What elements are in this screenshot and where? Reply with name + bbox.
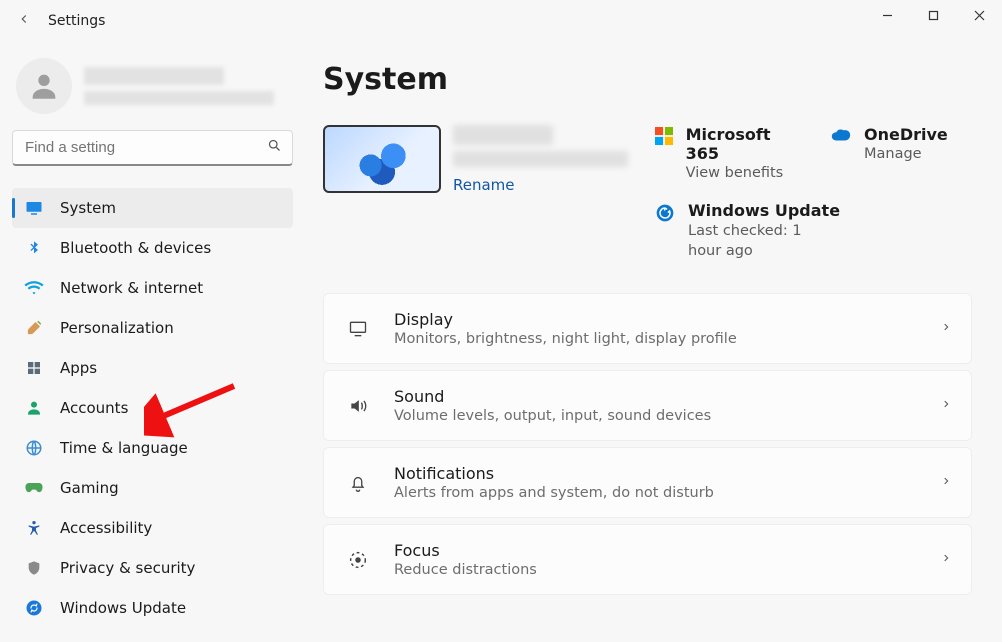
sidebar-item-label: Time & language xyxy=(60,439,188,457)
sidebar-item-label: Gaming xyxy=(60,479,119,497)
nav-list: System Bluetooth & devices Network & int… xyxy=(12,188,293,628)
speaker-icon xyxy=(344,396,372,416)
accessibility-icon xyxy=(24,518,44,538)
tile-update-sub: Last checked: 1 hour ago xyxy=(688,222,838,261)
row-subtitle: Alerts from apps and system, do not dist… xyxy=(394,485,919,501)
settings-rows: Display Monitors, brightness, night ligh… xyxy=(323,293,972,595)
row-title: Notifications xyxy=(394,464,919,483)
titlebar: Settings xyxy=(0,0,1002,42)
brush-icon xyxy=(24,318,44,338)
m365-icon xyxy=(654,125,674,145)
tile-onedrive-title: OneDrive xyxy=(864,125,948,144)
row-title: Sound xyxy=(394,387,919,406)
tile-onedrive[interactable]: OneDrive Manage xyxy=(830,125,972,181)
sidebar-item-system[interactable]: System xyxy=(12,188,293,228)
window-controls xyxy=(864,0,1002,30)
tile-m365-title: Microsoft 365 xyxy=(686,125,796,163)
sidebar-item-label: Privacy & security xyxy=(60,559,195,577)
sidebar-item-label: Apps xyxy=(60,359,97,377)
sidebar-item-update[interactable]: Windows Update xyxy=(12,588,293,628)
close-button[interactable] xyxy=(956,0,1002,30)
shield-icon xyxy=(24,558,44,578)
apps-icon xyxy=(24,358,44,378)
sidebar-item-apps[interactable]: Apps xyxy=(12,348,293,388)
account-card[interactable] xyxy=(16,58,293,114)
row-sound[interactable]: Sound Volume levels, output, input, soun… xyxy=(323,370,972,441)
globe-icon xyxy=(24,438,44,458)
row-subtitle: Volume levels, output, input, sound devi… xyxy=(394,408,919,424)
search-input[interactable] xyxy=(25,139,267,156)
device-model-redacted xyxy=(453,151,628,167)
row-focus[interactable]: Focus Reduce distractions xyxy=(323,524,972,595)
device-thumbnail[interactable] xyxy=(323,125,441,193)
sidebar-item-accessibility[interactable]: Accessibility xyxy=(12,508,293,548)
tile-onedrive-sub: Manage xyxy=(864,146,948,162)
row-title: Display xyxy=(394,310,919,329)
chevron-right-icon xyxy=(941,320,951,338)
search-icon xyxy=(267,138,282,157)
promo-tiles: Microsoft 365 View benefits OneDrive Man… xyxy=(654,125,972,261)
chevron-right-icon xyxy=(941,474,951,492)
minimize-button[interactable] xyxy=(864,0,910,30)
sidebar-item-label: Bluetooth & devices xyxy=(60,239,211,257)
chevron-right-icon xyxy=(941,397,951,415)
sidebar: System Bluetooth & devices Network & int… xyxy=(0,42,305,640)
sidebar-item-label: Accessibility xyxy=(60,519,152,537)
page-title: System xyxy=(323,62,972,97)
sidebar-item-time[interactable]: Time & language xyxy=(12,428,293,468)
tile-update-title: Windows Update xyxy=(688,201,840,220)
back-button[interactable] xyxy=(16,12,32,30)
row-subtitle: Monitors, brightness, night light, displ… xyxy=(394,331,919,347)
sidebar-item-label: Windows Update xyxy=(60,599,186,617)
person-icon xyxy=(24,398,44,418)
sidebar-item-label: Personalization xyxy=(60,319,174,337)
app-title: Settings xyxy=(48,13,105,29)
sidebar-item-bluetooth[interactable]: Bluetooth & devices xyxy=(12,228,293,268)
sidebar-item-privacy[interactable]: Privacy & security xyxy=(12,548,293,588)
sidebar-item-network[interactable]: Network & internet xyxy=(12,268,293,308)
maximize-button[interactable] xyxy=(910,0,956,30)
account-name-redacted xyxy=(84,67,274,105)
avatar xyxy=(16,58,72,114)
monitor-icon xyxy=(24,198,44,218)
row-notifications[interactable]: Notifications Alerts from apps and syste… xyxy=(323,447,972,518)
bluetooth-icon xyxy=(24,238,44,258)
tile-m365[interactable]: Microsoft 365 View benefits xyxy=(654,125,796,181)
device-card: Rename xyxy=(323,125,628,194)
monitor-outline-icon xyxy=(344,319,372,339)
content: System Rename Microsoft 365 View b xyxy=(305,42,1002,640)
row-title: Focus xyxy=(394,541,919,560)
wifi-icon xyxy=(24,278,44,298)
sidebar-item-label: Network & internet xyxy=(60,279,203,297)
tile-windows-update[interactable]: Windows Update Last checked: 1 hour ago xyxy=(654,201,972,261)
focus-icon xyxy=(344,549,372,571)
sidebar-item-label: Accounts xyxy=(60,399,128,417)
onedrive-icon xyxy=(830,125,852,143)
row-display[interactable]: Display Monitors, brightness, night ligh… xyxy=(323,293,972,364)
info-row: Rename Microsoft 365 View benefits xyxy=(323,125,972,261)
gamepad-icon xyxy=(24,478,44,498)
tile-m365-sub: View benefits xyxy=(686,165,796,181)
sync-icon xyxy=(24,598,44,618)
sync-icon xyxy=(654,201,676,223)
sidebar-item-gaming[interactable]: Gaming xyxy=(12,468,293,508)
device-name-redacted xyxy=(453,125,553,145)
sidebar-item-accounts[interactable]: Accounts xyxy=(12,388,293,428)
row-subtitle: Reduce distractions xyxy=(394,562,919,578)
sidebar-item-label: System xyxy=(60,199,116,217)
rename-link[interactable]: Rename xyxy=(453,176,628,194)
sidebar-item-personalization[interactable]: Personalization xyxy=(12,308,293,348)
bell-icon xyxy=(344,472,372,494)
chevron-right-icon xyxy=(941,551,951,569)
search-box[interactable] xyxy=(12,130,293,166)
